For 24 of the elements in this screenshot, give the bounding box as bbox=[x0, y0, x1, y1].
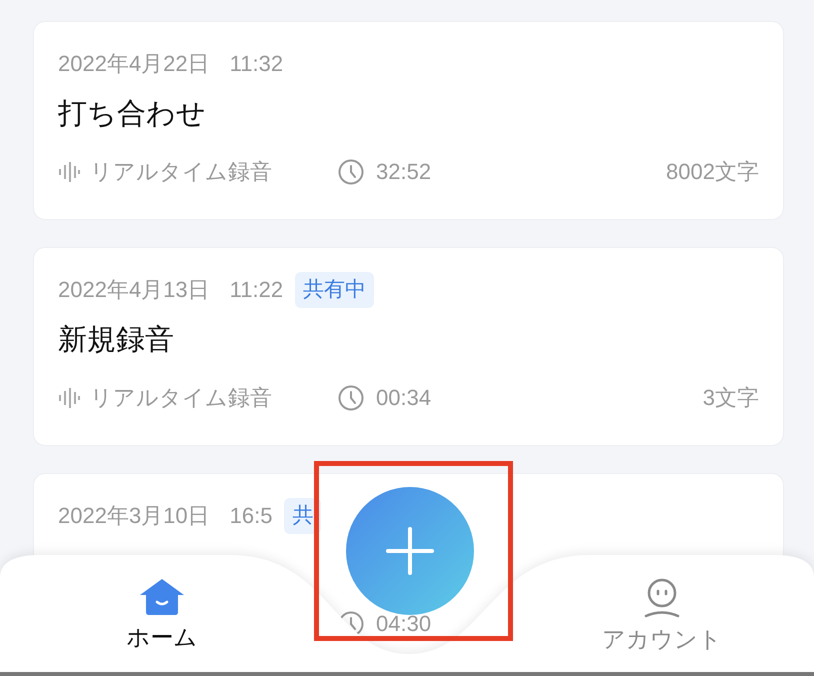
date-text: 2022年3月10日 bbox=[58, 502, 210, 530]
time-text: 11:32 bbox=[230, 50, 284, 78]
home-tab[interactable]: ホーム bbox=[62, 578, 262, 654]
recording-title: 打ち合わせ bbox=[58, 97, 207, 132]
time-text: 16:5 bbox=[230, 502, 272, 530]
duration-text: 04:30 bbox=[376, 610, 432, 638]
duration-text: 32:52 bbox=[376, 158, 432, 186]
clock-icon bbox=[338, 385, 364, 411]
time-text: 11:22 bbox=[230, 276, 284, 304]
shared-tag: 共有中 bbox=[295, 272, 374, 308]
account-icon bbox=[643, 578, 681, 618]
waveform-icon bbox=[58, 388, 80, 408]
character-count: 3文字 bbox=[702, 384, 759, 412]
duration-text: 00:34 bbox=[376, 384, 432, 412]
source-text: リアルタイム録音 bbox=[90, 158, 272, 186]
character-count: 8002文字 bbox=[666, 158, 759, 186]
home-icon bbox=[139, 578, 185, 616]
clock-icon bbox=[338, 159, 364, 185]
source-text: リアルタイム録音 bbox=[90, 384, 272, 412]
plus-icon bbox=[385, 526, 435, 576]
recording-title: 新規録音 bbox=[58, 323, 175, 358]
date-text: 2022年4月13日 bbox=[58, 276, 210, 304]
waveform-icon bbox=[58, 162, 80, 182]
date-text: 2022年4月22日 bbox=[58, 50, 210, 78]
